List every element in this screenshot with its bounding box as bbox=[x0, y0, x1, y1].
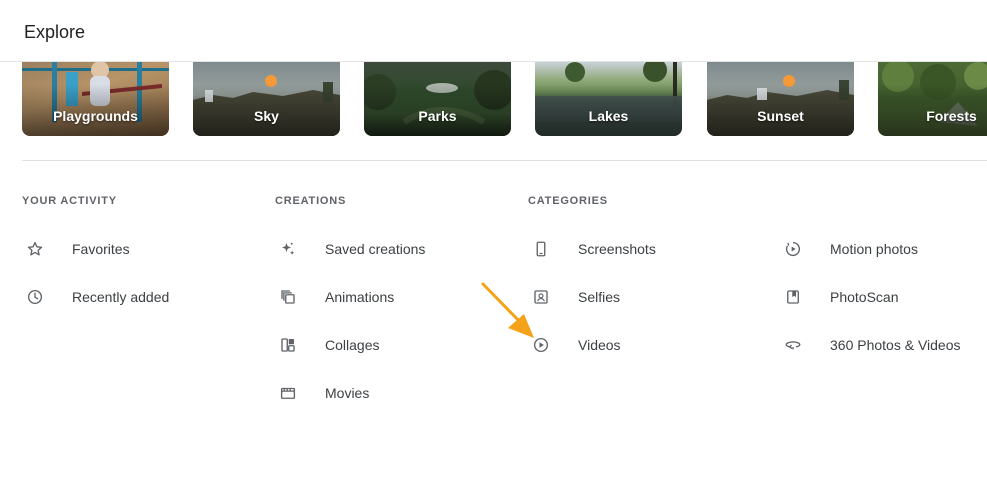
tile-lakes[interactable]: Lakes bbox=[535, 62, 682, 136]
categories-item-360-photos-videos[interactable]: 360 Photos & Videos bbox=[780, 331, 961, 359]
tile-label: Lakes bbox=[588, 108, 629, 124]
creations-item-saved-creations[interactable]: Saved creations bbox=[275, 235, 425, 263]
tile-label: Playgrounds bbox=[53, 108, 138, 124]
creations-item-collages[interactable]: Collages bbox=[275, 331, 379, 359]
section-divider bbox=[22, 160, 987, 161]
tile-shade bbox=[535, 62, 682, 136]
page-title: Explore bbox=[24, 22, 86, 42]
categories-item-selfies[interactable]: Selfies bbox=[528, 283, 620, 311]
item-label: Motion photos bbox=[830, 241, 918, 257]
sparkle-icon bbox=[275, 236, 301, 262]
categories-item-motion-photos[interactable]: Motion photos bbox=[780, 235, 918, 263]
tile-shade bbox=[707, 62, 854, 136]
tile-shade bbox=[878, 62, 987, 136]
activity-item-favorites[interactable]: Favorites bbox=[22, 235, 130, 263]
collage-icon bbox=[275, 332, 301, 358]
tile-sunset[interactable]: Sunset bbox=[707, 62, 854, 136]
phone-icon bbox=[528, 236, 554, 262]
tile-forests[interactable]: Forests bbox=[878, 62, 987, 136]
creations-item-animations[interactable]: Animations bbox=[275, 283, 394, 311]
tile-sky[interactable]: Sky bbox=[193, 62, 340, 136]
motion-photo-icon bbox=[780, 236, 806, 262]
clock-icon bbox=[22, 284, 48, 310]
categories-item-videos[interactable]: Videos bbox=[528, 331, 621, 359]
tile-parks[interactable]: Parks bbox=[364, 62, 511, 136]
panorama-360-icon bbox=[780, 332, 806, 358]
item-label: Videos bbox=[578, 337, 621, 353]
item-label: PhotoScan bbox=[830, 289, 899, 305]
item-label: Favorites bbox=[72, 241, 130, 257]
item-label: Animations bbox=[325, 289, 395, 305]
tile-shade bbox=[364, 62, 511, 136]
tile-label: Sky bbox=[254, 108, 279, 124]
animation-icon bbox=[275, 284, 301, 310]
section-title-activity: YOUR ACTIVITY bbox=[22, 195, 117, 207]
movie-icon bbox=[275, 380, 301, 406]
tile-playgrounds[interactable]: Playgrounds bbox=[22, 62, 169, 136]
item-label: 360 Photos & Videos bbox=[830, 337, 961, 353]
tile-shade bbox=[193, 62, 340, 136]
explore-tiles-row: Playgrounds Sky Parks Lakes Sunset Fores… bbox=[0, 62, 987, 136]
item-label: Collages bbox=[325, 337, 380, 353]
item-label: Recently added bbox=[72, 289, 170, 305]
star-icon bbox=[22, 236, 48, 262]
section-title-creations: CREATIONS bbox=[275, 195, 347, 207]
photoscan-icon bbox=[780, 284, 806, 310]
creations-item-movies[interactable]: Movies bbox=[275, 379, 369, 407]
categories-item-photoscan[interactable]: PhotoScan bbox=[780, 283, 899, 311]
item-label: Screenshots bbox=[578, 241, 656, 257]
categories-item-screenshots[interactable]: Screenshots bbox=[528, 235, 656, 263]
pointer-arrow bbox=[481, 282, 534, 338]
item-label: Saved creations bbox=[325, 241, 426, 257]
item-label: Selfies bbox=[578, 289, 621, 305]
tile-shade bbox=[22, 62, 169, 136]
tile-label: Parks bbox=[418, 108, 457, 124]
activity-item-recently-added[interactable]: Recently added bbox=[22, 283, 169, 311]
app-header: Explore bbox=[0, 0, 987, 62]
tile-label: Sunset bbox=[757, 108, 804, 124]
section-title-categories: CATEGORIES bbox=[528, 195, 608, 207]
item-label: Movies bbox=[325, 385, 370, 401]
tile-label: Forests bbox=[926, 108, 977, 124]
